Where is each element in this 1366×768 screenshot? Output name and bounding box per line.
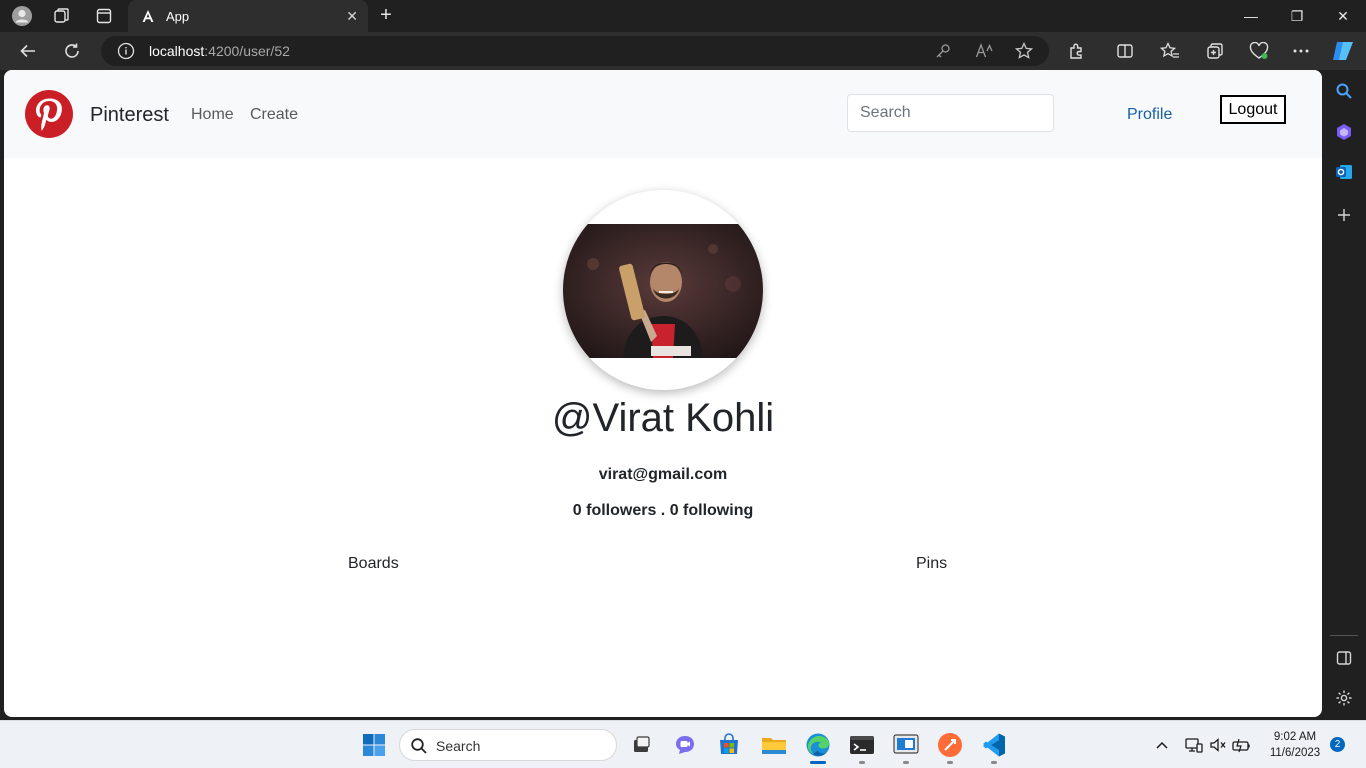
running-indicator	[903, 761, 909, 764]
vscode-icon[interactable]	[980, 731, 1008, 759]
refresh-icon[interactable]	[60, 39, 84, 63]
taskbar-search[interactable]: Search	[399, 729, 617, 761]
search-input[interactable]	[847, 94, 1054, 132]
collections-icon[interactable]	[1203, 39, 1227, 63]
site-info-icon[interactable]	[117, 42, 135, 60]
remote-desktop-icon[interactable]	[892, 731, 920, 759]
favorite-star-icon[interactable]	[1014, 41, 1034, 61]
running-indicator	[947, 761, 953, 764]
running-indicator	[991, 761, 997, 764]
favorites-icon[interactable]	[1158, 39, 1182, 63]
browser-toolbar: localhost:4200/user/52	[0, 32, 1366, 70]
tab-boards[interactable]: Boards	[348, 555, 399, 573]
user-profile-icon[interactable]	[10, 4, 34, 28]
profile-username: @Virat Kohli	[551, 396, 775, 440]
follow-stats: 0 followers . 0 following	[4, 502, 1322, 520]
search-icon[interactable]	[1333, 80, 1355, 102]
settings-gear-icon[interactable]	[1333, 687, 1355, 709]
battery-icon[interactable]	[1232, 735, 1252, 755]
clock-date: 11/6/2023	[1269, 747, 1321, 759]
designer-icon[interactable]	[1333, 121, 1355, 143]
followers-count[interactable]: 0 followers	[573, 502, 657, 520]
page-viewport: Pinterest Home Create Profile Logout	[4, 70, 1322, 717]
read-aloud-icon[interactable]	[974, 41, 994, 61]
follow-separator: .	[656, 502, 670, 519]
volume-muted-icon[interactable]	[1208, 735, 1228, 755]
windows-taskbar: Search 9:02 AM 11/6/2023 2	[0, 720, 1366, 768]
search-icon	[411, 738, 427, 754]
browser-tab-active[interactable]: App ✕	[128, 0, 368, 32]
edge-browser-icon[interactable]	[804, 731, 832, 759]
app-header: Pinterest Home Create Profile Logout	[4, 70, 1322, 158]
terminal-icon[interactable]	[848, 731, 876, 759]
microsoft-store-icon[interactable]	[715, 731, 743, 759]
pinterest-logo-icon[interactable]	[25, 90, 73, 138]
nav-create-link[interactable]: Create	[250, 106, 298, 124]
tab-actions-icon[interactable]	[92, 4, 116, 28]
chevron-up-icon[interactable]	[1152, 735, 1172, 755]
postman-icon[interactable]	[936, 731, 964, 759]
add-sidebar-app-icon[interactable]	[1333, 204, 1355, 226]
split-screen-icon[interactable]	[1113, 39, 1137, 63]
windows-start-icon[interactable]	[360, 731, 388, 759]
minimize-icon[interactable]: —	[1228, 0, 1274, 32]
close-tab-icon[interactable]: ✕	[346, 8, 358, 25]
extensions-icon[interactable]	[1065, 39, 1089, 63]
browser-tab-bar: App ✕ + — ❐ ✕	[0, 0, 1366, 32]
angular-icon	[140, 8, 156, 24]
profile-email: virat@gmail.com	[598, 466, 728, 483]
profile-link[interactable]: Profile	[1127, 106, 1172, 124]
more-menu-icon[interactable]	[1289, 39, 1313, 63]
outlook-icon[interactable]	[1333, 161, 1355, 183]
taskbar-search-label: Search	[436, 738, 481, 754]
network-icon[interactable]	[1184, 735, 1204, 755]
system-clock[interactable]: 9:02 AM 11/6/2023	[1262, 729, 1328, 761]
profile-photo	[563, 224, 763, 358]
teams-chat-icon[interactable]	[671, 731, 699, 759]
back-arrow-icon[interactable]	[16, 39, 40, 63]
clock-time: 9:02 AM	[1273, 731, 1317, 743]
browser-essentials-icon[interactable]	[1247, 39, 1271, 63]
avatar	[563, 190, 763, 390]
task-view-icon[interactable]	[627, 731, 655, 759]
logout-button[interactable]: Logout	[1220, 95, 1286, 124]
new-tab-icon[interactable]: +	[374, 4, 398, 28]
nav-home-link[interactable]: Home	[191, 106, 234, 124]
notification-badge[interactable]: 2	[1330, 737, 1345, 752]
key-icon[interactable]	[933, 41, 953, 61]
close-window-icon[interactable]: ✕	[1320, 0, 1366, 32]
address-bar[interactable]: localhost:4200/user/52	[101, 36, 1049, 66]
hide-sidebar-icon[interactable]	[1333, 647, 1355, 669]
sidebar-divider	[1330, 635, 1358, 636]
copilot-icon[interactable]	[1331, 39, 1355, 63]
restore-icon[interactable]: ❐	[1274, 0, 1320, 32]
active-app-indicator	[810, 761, 826, 764]
workspaces-icon[interactable]	[50, 4, 74, 28]
tab-pins[interactable]: Pins	[916, 555, 947, 573]
following-count[interactable]: 0 following	[670, 502, 754, 520]
edge-sidebar	[1322, 70, 1366, 718]
brand-name[interactable]: Pinterest	[90, 104, 169, 127]
running-indicator	[859, 761, 865, 764]
file-explorer-icon[interactable]	[760, 731, 788, 759]
url-text: localhost:4200/user/52	[149, 43, 290, 59]
tab-title: App	[166, 8, 190, 24]
